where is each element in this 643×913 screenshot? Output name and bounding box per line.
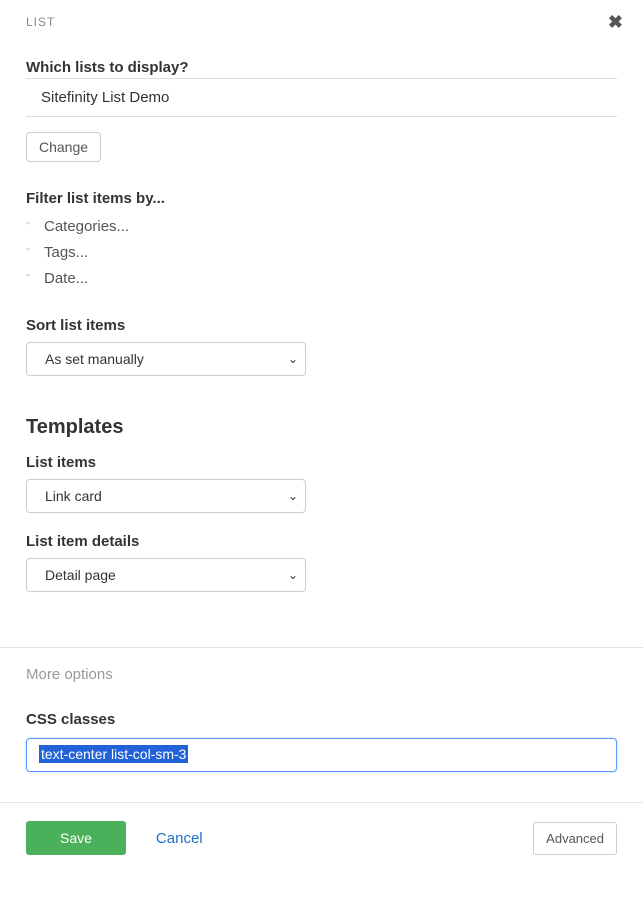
- expand-icon: ": [26, 243, 44, 263]
- list-items-select[interactable]: Link card: [26, 479, 306, 513]
- css-classes-label: CSS classes: [26, 711, 617, 728]
- close-icon[interactable]: ✖: [608, 12, 623, 33]
- list-items-label: List items: [26, 454, 617, 471]
- expand-icon: ": [26, 217, 44, 237]
- filter-item-tags[interactable]: " Tags...: [26, 243, 617, 263]
- filter-item-categories[interactable]: " Categories...: [26, 217, 617, 237]
- list-item-details-select[interactable]: Detail page: [26, 558, 306, 592]
- selected-list-value: Sitefinity List Demo: [26, 78, 617, 117]
- filter-label: Filter list items by...: [26, 190, 617, 207]
- filter-item-label: Date...: [44, 269, 88, 289]
- sort-select[interactable]: As set manually: [26, 342, 306, 376]
- filter-item-label: Tags...: [44, 243, 88, 263]
- cancel-button[interactable]: Cancel: [156, 830, 203, 847]
- more-options-label: More options: [0, 648, 643, 701]
- filter-item-date[interactable]: " Date...: [26, 269, 617, 289]
- save-button[interactable]: Save: [26, 821, 126, 855]
- expand-icon: ": [26, 269, 44, 289]
- filter-item-label: Categories...: [44, 217, 129, 237]
- dialog-title: LIST: [26, 15, 617, 29]
- display-label: Which lists to display?: [26, 59, 617, 76]
- css-classes-input[interactable]: text-center list-col-sm-3: [26, 738, 617, 772]
- change-button[interactable]: Change: [26, 132, 101, 162]
- advanced-button[interactable]: Advanced: [533, 822, 617, 855]
- templates-heading: Templates: [26, 416, 617, 439]
- list-item-details-label: List item details: [26, 533, 617, 550]
- sort-label: Sort list items: [26, 317, 617, 334]
